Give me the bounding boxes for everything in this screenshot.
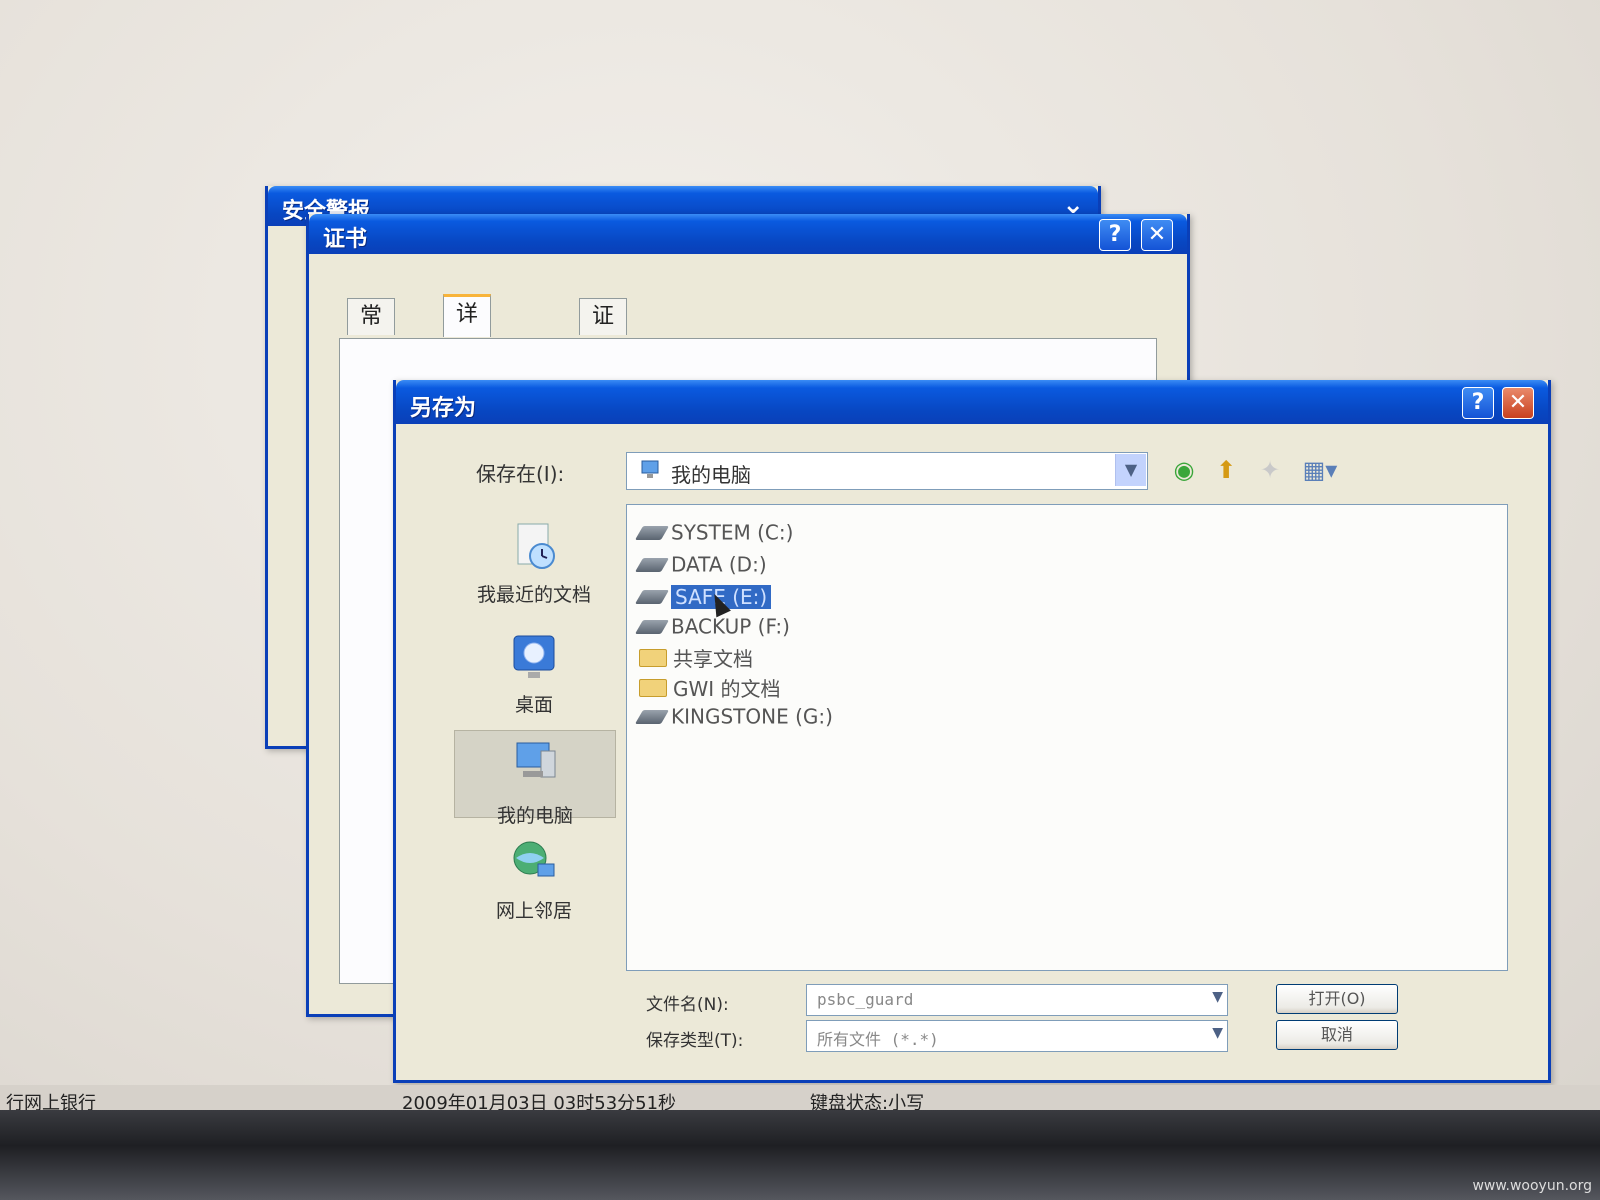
- place-label: 我最近的文档: [476, 584, 591, 606]
- folder-icon: [639, 648, 667, 667]
- tab-general[interactable]: 常规: [347, 298, 396, 365]
- list-item[interactable]: SYSTEM (C:): [634, 519, 794, 547]
- list-item[interactable]: 共享文档: [639, 643, 753, 671]
- place-label: 网上邻居: [495, 900, 572, 922]
- tab-details[interactable]: 详细信息: [443, 294, 492, 435]
- place-desktop[interactable]: 桌面: [454, 628, 614, 717]
- folder-icon: [639, 678, 667, 697]
- drive-icon: [634, 557, 670, 572]
- drive-icon: [634, 525, 670, 540]
- filetype-select[interactable]: 所有文件 (*.*) ▼: [806, 1020, 1228, 1052]
- place-label: 桌面: [514, 694, 553, 716]
- filetype-value: 所有文件 (*.*): [817, 1030, 939, 1049]
- watermark: www.wooyun.org: [1472, 1178, 1592, 1194]
- list-item-label: GWI 的文档: [673, 677, 781, 701]
- place-label: 我的电脑: [496, 805, 573, 827]
- drive-icon: [634, 589, 670, 604]
- save-as-title: 另存为: [410, 396, 477, 421]
- save-in-combo[interactable]: 我的电脑 ▼: [626, 452, 1148, 490]
- up-folder-icon[interactable]: ⬆: [1208, 452, 1244, 488]
- list-item-label: 共享文档: [673, 647, 753, 671]
- list-item[interactable]: KINGSTONE (G:): [634, 703, 833, 731]
- file-list[interactable]: SYSTEM (C:) DATA (D:) SAFE (E:) BACKUP (…: [626, 504, 1508, 971]
- recent-documents-icon: [504, 518, 564, 574]
- save-as-titlebar[interactable]: 另存为 ? ✕: [396, 380, 1548, 424]
- list-item[interactable]: DATA (D:): [634, 551, 767, 579]
- back-icon[interactable]: ◉: [1166, 452, 1202, 488]
- network-places-icon: [504, 834, 564, 890]
- list-item[interactable]: BACKUP (F:): [634, 613, 790, 641]
- close-button[interactable]: ✕: [1141, 219, 1173, 251]
- close-button[interactable]: ✕: [1502, 387, 1534, 419]
- list-item-label: KINGSTONE (G:): [671, 704, 833, 729]
- chevron-down-icon[interactable]: ▼: [1212, 1025, 1223, 1041]
- list-item[interactable]: GWI 的文档: [639, 673, 781, 701]
- list-item-label: BACKUP (F:): [671, 614, 790, 639]
- new-folder-icon[interactable]: ✦: [1252, 452, 1288, 488]
- save-in-label: 保存在(I):: [476, 462, 565, 486]
- my-computer-icon: [505, 739, 565, 795]
- drive-icon: [634, 619, 670, 634]
- open-button[interactable]: 打开(O): [1276, 984, 1398, 1014]
- filetype-label: 保存类型(T):: [646, 1031, 744, 1051]
- list-item-label: SYSTEM (C:): [671, 520, 794, 545]
- filename-label: 文件名(N):: [646, 995, 729, 1015]
- certificate-titlebar[interactable]: 证书 ? ✕: [309, 214, 1187, 254]
- drive-icon: [634, 709, 670, 724]
- help-button[interactable]: ?: [1099, 219, 1131, 251]
- desktop-icon: [504, 628, 564, 684]
- chevron-down-icon[interactable]: ▼: [1212, 989, 1223, 1005]
- filename-input[interactable]: psbc_guard ▼: [806, 984, 1228, 1016]
- place-network[interactable]: 网上邻居: [454, 834, 614, 923]
- list-item[interactable]: SAFE (E:): [634, 583, 772, 611]
- certificate-title: 证书: [323, 227, 368, 252]
- tab-cert-path[interactable]: 证书路径: [579, 298, 628, 437]
- cancel-button[interactable]: 取消: [1276, 1020, 1398, 1050]
- save-as-dialog: 另存为 ? ✕ 保存在(I): 我的电脑 ▼ ◉ ⬆ ✦ ▦▾ 我最近的文档 桌…: [393, 380, 1551, 1083]
- filename-value: psbc_guard: [817, 990, 914, 1009]
- chevron-down-icon[interactable]: ▼: [1115, 454, 1146, 486]
- place-recent-documents[interactable]: 我最近的文档: [454, 518, 614, 607]
- my-computer-icon: [641, 460, 659, 478]
- help-button[interactable]: ?: [1462, 387, 1494, 419]
- save-in-value: 我的电脑: [671, 463, 751, 487]
- list-item-label: DATA (D:): [671, 552, 767, 577]
- monitor-bezel: www.wooyun.org: [0, 1110, 1600, 1200]
- view-menu-icon[interactable]: ▦▾: [1296, 452, 1344, 488]
- places-bar: 我最近的文档 桌面 我的电脑 网上邻居: [454, 504, 616, 974]
- place-my-computer[interactable]: 我的电脑: [454, 730, 616, 827]
